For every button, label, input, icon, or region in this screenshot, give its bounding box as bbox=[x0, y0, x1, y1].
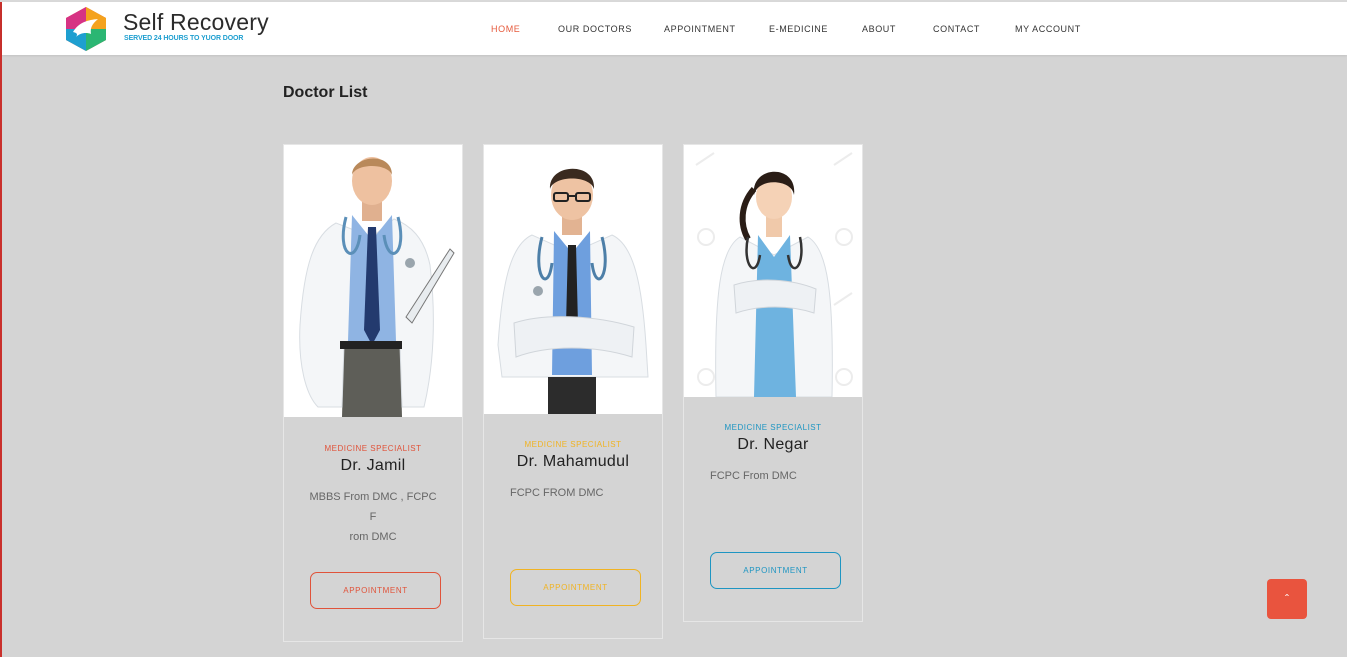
doctor-qualification: MBBS From DMC , FCPC F rom DMC bbox=[284, 487, 462, 547]
nav-contact[interactable]: CONTACT bbox=[933, 24, 980, 34]
doctor-card-mahamudul: MEDICINE SPECIALIST Dr. Mahamudul FCPC F… bbox=[483, 144, 663, 639]
window-edge bbox=[0, 0, 2, 657]
doctor-info-mahamudul: MEDICINE SPECIALIST Dr. Mahamudul FCPC F… bbox=[484, 440, 662, 503]
scroll-to-top-button[interactable]: ˆ bbox=[1267, 579, 1307, 619]
doctor-card-negar: MEDICINE SPECIALIST Dr. Negar FCPC From … bbox=[683, 144, 863, 622]
doctor-specialty: MEDICINE SPECIALIST bbox=[724, 423, 822, 432]
qualification-line: MBBS From DMC , FCPC F bbox=[309, 491, 437, 523]
doctor-qualification: FCPC From DMC bbox=[684, 466, 862, 486]
nav-appointment[interactable]: APPOINTMENT bbox=[664, 24, 736, 34]
site-header: Self Recovery SERVED 24 HOURS TO YUOR DO… bbox=[2, 2, 1347, 55]
doctor-name: Dr. Jamil bbox=[340, 457, 406, 474]
appointment-button-negar[interactable]: APPOINTMENT bbox=[710, 552, 841, 589]
appointment-button-jamil[interactable]: APPOINTMENT bbox=[310, 572, 441, 609]
doctor-photo-mahamudul bbox=[484, 145, 662, 414]
doctor-name: Dr. Mahamudul bbox=[516, 453, 630, 470]
appointment-button-mahamudul[interactable]: APPOINTMENT bbox=[510, 569, 641, 606]
nav-home[interactable]: HOME bbox=[491, 24, 520, 34]
doctor-info-jamil: MEDICINE SPECIALIST Dr. Jamil MBBS From … bbox=[284, 444, 462, 547]
hexagon-bird-logo[interactable] bbox=[64, 6, 108, 52]
doctor-card-jamil: MEDICINE SPECIALIST Dr. Jamil MBBS From … bbox=[283, 144, 463, 642]
nav-my-account[interactable]: MY ACCOUNT bbox=[1015, 24, 1081, 34]
brand-tagline: SERVED 24 HOURS TO YUOR DOOR bbox=[124, 35, 244, 42]
nav-e-medicine[interactable]: E-MEDICINE bbox=[769, 24, 828, 34]
nav-our-doctors[interactable]: OUR DOCTORS bbox=[558, 24, 632, 34]
qualification-line: rom DMC bbox=[349, 531, 397, 543]
doctor-qualification: FCPC FROM DMC bbox=[484, 483, 662, 503]
chevron-up-icon: ˆ bbox=[1285, 592, 1289, 606]
page-title: Doctor List bbox=[283, 84, 368, 101]
qualification-line: FCPC From DMC bbox=[710, 470, 797, 482]
qualification-line: FCPC FROM DMC bbox=[510, 487, 604, 499]
doctor-name: Dr. Negar bbox=[737, 436, 809, 453]
doctor-info-negar: MEDICINE SPECIALIST Dr. Negar FCPC From … bbox=[684, 423, 862, 486]
doctor-specialty: MEDICINE SPECIALIST bbox=[524, 440, 622, 449]
brand-title[interactable]: Self Recovery bbox=[123, 9, 269, 36]
doctor-specialty: MEDICINE SPECIALIST bbox=[324, 444, 422, 453]
doctor-photo-jamil bbox=[284, 145, 462, 417]
doctor-photo-negar bbox=[684, 145, 862, 397]
nav-about[interactable]: ABOUT bbox=[862, 24, 896, 34]
